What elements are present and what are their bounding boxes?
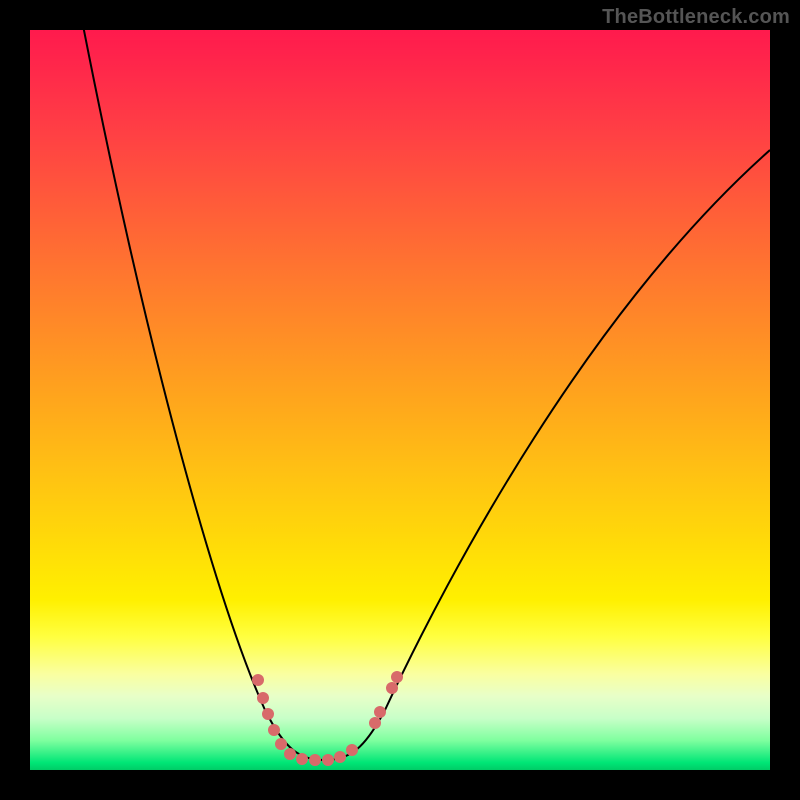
- marker-dot: [391, 671, 403, 683]
- watermark-text: TheBottleneck.com: [602, 6, 790, 29]
- marker-dot: [296, 753, 308, 765]
- marker-dot: [322, 754, 334, 766]
- marker-dot: [374, 706, 386, 718]
- marker-dot: [309, 754, 321, 766]
- marker-dot: [252, 674, 264, 686]
- bottleneck-curve: [80, 30, 770, 760]
- chart-frame: [30, 30, 770, 770]
- marker-dot: [386, 682, 398, 694]
- marker-dot: [346, 744, 358, 756]
- marker-dot: [334, 751, 346, 763]
- marker-dot: [369, 717, 381, 729]
- marker-dot: [275, 738, 287, 750]
- marker-dot: [268, 724, 280, 736]
- bottleneck-chart: [30, 30, 770, 770]
- marker-dot: [262, 708, 274, 720]
- marker-dot: [257, 692, 269, 704]
- marker-dot: [284, 748, 296, 760]
